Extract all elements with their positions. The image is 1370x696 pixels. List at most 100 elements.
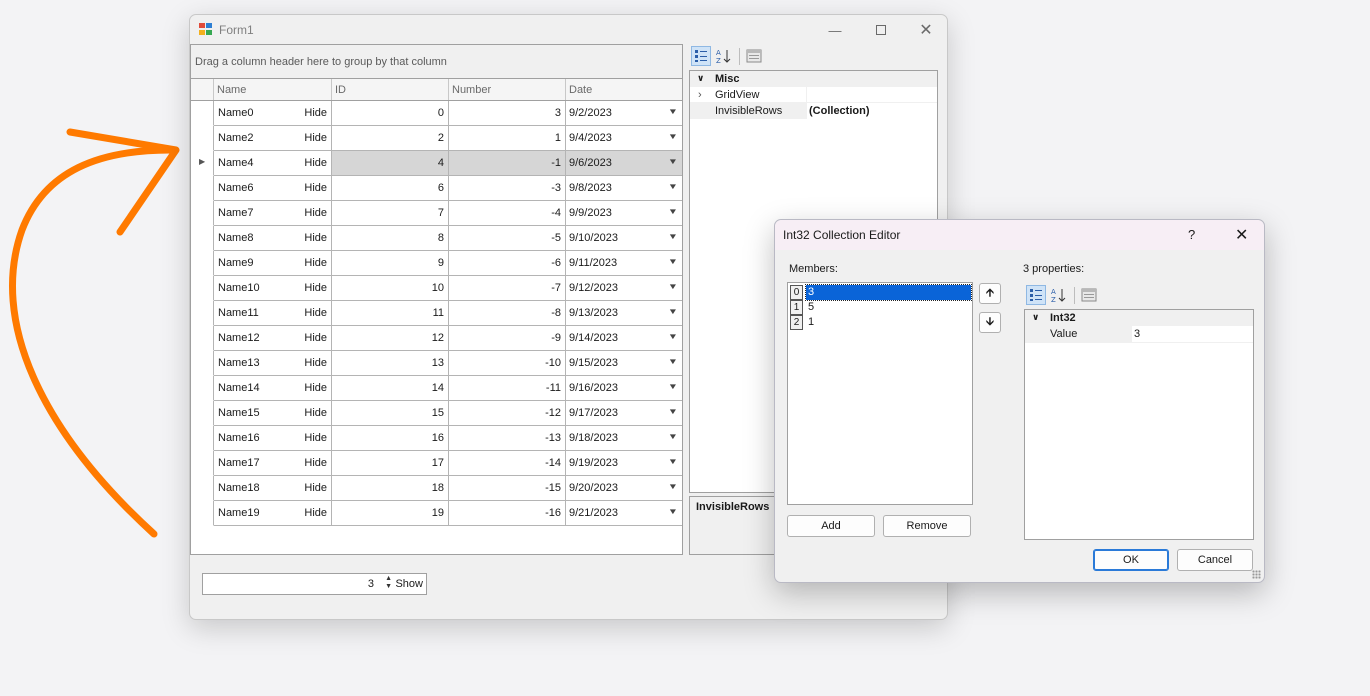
- number-cell[interactable]: 1: [449, 126, 566, 151]
- row-header[interactable]: [191, 251, 214, 276]
- row-header[interactable]: [191, 176, 214, 201]
- name-cell[interactable]: Name11 Hide: [214, 301, 332, 326]
- property-value[interactable]: (Collection): [807, 103, 937, 119]
- id-cell[interactable]: 6: [332, 176, 449, 201]
- table-row[interactable]: Name7 Hide 7 -4 9/9/2023 ▼: [191, 201, 682, 226]
- row-header[interactable]: [191, 476, 214, 501]
- date-cell[interactable]: 9/6/2023 ▼: [566, 151, 682, 176]
- number-cell[interactable]: -4: [449, 201, 566, 226]
- date-cell[interactable]: 9/8/2023 ▼: [566, 176, 682, 201]
- column-header-name[interactable]: Name: [214, 79, 332, 100]
- hide-button[interactable]: Hide: [304, 482, 327, 494]
- hide-button[interactable]: Hide: [304, 507, 327, 519]
- chevron-down-icon[interactable]: ∨: [1032, 312, 1039, 323]
- dropdown-arrow-icon[interactable]: ▼: [668, 507, 678, 516]
- hide-button[interactable]: Hide: [304, 407, 327, 419]
- property-row-gridview[interactable]: › GridView: [690, 87, 937, 103]
- categorized-view-icon[interactable]: [691, 46, 711, 66]
- table-row[interactable]: ▶ Name4 Hide 4 -1 9/6/2023 ▼: [191, 151, 682, 176]
- hide-button[interactable]: Hide: [304, 207, 327, 219]
- member-value[interactable]: 5: [806, 300, 971, 315]
- name-cell[interactable]: Name19 Hide: [214, 501, 332, 526]
- table-row[interactable]: Name14 Hide 14 -11 9/16/2023 ▼: [191, 376, 682, 401]
- property-pages-icon[interactable]: [1079, 285, 1099, 305]
- number-cell[interactable]: -13: [449, 426, 566, 451]
- group-panel[interactable]: Drag a column header here to group by th…: [191, 45, 682, 79]
- move-up-button[interactable]: 🡩: [979, 283, 1001, 304]
- move-down-button[interactable]: 🡫: [979, 312, 1001, 333]
- chevron-right-icon[interactable]: ›: [698, 89, 702, 101]
- member-value[interactable]: 1: [806, 315, 971, 330]
- name-cell[interactable]: Name2 Hide: [214, 126, 332, 151]
- id-cell[interactable]: 16: [332, 426, 449, 451]
- row-header[interactable]: [191, 376, 214, 401]
- number-cell[interactable]: -12: [449, 401, 566, 426]
- dropdown-arrow-icon[interactable]: ▼: [668, 182, 678, 191]
- data-grid[interactable]: Drag a column header here to group by th…: [190, 44, 683, 555]
- date-cell[interactable]: 9/9/2023 ▼: [566, 201, 682, 226]
- table-row[interactable]: Name15 Hide 15 -12 9/17/2023 ▼: [191, 401, 682, 426]
- hide-button[interactable]: Hide: [304, 157, 327, 169]
- table-row[interactable]: Name9 Hide 9 -6 9/11/2023 ▼: [191, 251, 682, 276]
- id-cell[interactable]: 14: [332, 376, 449, 401]
- dropdown-arrow-icon[interactable]: ▼: [668, 382, 678, 391]
- hide-button[interactable]: Hide: [304, 307, 327, 319]
- table-row[interactable]: Name11 Hide 11 -8 9/13/2023 ▼: [191, 301, 682, 326]
- maximize-button[interactable]: [858, 15, 904, 45]
- alphabetical-sort-icon[interactable]: AZ: [1049, 285, 1069, 305]
- name-cell[interactable]: Name13 Hide: [214, 351, 332, 376]
- hide-button[interactable]: Hide: [304, 357, 327, 369]
- row-header[interactable]: [191, 301, 214, 326]
- hide-button[interactable]: Hide: [304, 132, 327, 144]
- date-cell[interactable]: 9/11/2023 ▼: [566, 251, 682, 276]
- number-cell[interactable]: -6: [449, 251, 566, 276]
- dialog-property-grid[interactable]: ∨ Int32 Value 3: [1024, 309, 1254, 540]
- property-row-invisiblerows[interactable]: InvisibleRows (Collection): [690, 103, 937, 119]
- spin-arrows-icon[interactable]: ▲ ▼: [385, 575, 392, 591]
- list-item[interactable]: 15: [789, 300, 971, 315]
- date-cell[interactable]: 9/18/2023 ▼: [566, 426, 682, 451]
- hide-button[interactable]: Hide: [304, 257, 327, 269]
- id-cell[interactable]: 11: [332, 301, 449, 326]
- name-cell[interactable]: Name0 Hide: [214, 101, 332, 126]
- member-value[interactable]: 3: [805, 284, 972, 301]
- date-cell[interactable]: 9/15/2023 ▼: [566, 351, 682, 376]
- date-cell[interactable]: 9/12/2023 ▼: [566, 276, 682, 301]
- alphabetical-sort-icon[interactable]: AZ: [714, 46, 734, 66]
- name-cell[interactable]: Name8 Hide: [214, 226, 332, 251]
- property-category-int32[interactable]: ∨ Int32: [1025, 310, 1253, 326]
- numeric-value[interactable]: 3: [368, 578, 374, 590]
- numeric-updown[interactable]: 3 ▲ ▼ Show: [202, 573, 427, 595]
- row-header[interactable]: [191, 351, 214, 376]
- dropdown-arrow-icon[interactable]: ▼: [668, 107, 678, 116]
- id-cell[interactable]: 19: [332, 501, 449, 526]
- name-cell[interactable]: Name15 Hide: [214, 401, 332, 426]
- number-cell[interactable]: -1: [449, 151, 566, 176]
- id-cell[interactable]: 0: [332, 101, 449, 126]
- list-item[interactable]: 03: [789, 284, 972, 301]
- date-cell[interactable]: 9/17/2023 ▼: [566, 401, 682, 426]
- number-cell[interactable]: -14: [449, 451, 566, 476]
- date-cell[interactable]: 9/4/2023 ▼: [566, 126, 682, 151]
- date-cell[interactable]: 9/19/2023 ▼: [566, 451, 682, 476]
- table-row[interactable]: Name19 Hide 19 -16 9/21/2023 ▼: [191, 501, 682, 526]
- row-header[interactable]: [191, 326, 214, 351]
- name-cell[interactable]: Name9 Hide: [214, 251, 332, 276]
- table-row[interactable]: Name17 Hide 17 -14 9/19/2023 ▼: [191, 451, 682, 476]
- number-cell[interactable]: -7: [449, 276, 566, 301]
- column-header-id[interactable]: ID: [332, 79, 449, 100]
- dropdown-arrow-icon[interactable]: ▼: [668, 207, 678, 216]
- name-cell[interactable]: Name18 Hide: [214, 476, 332, 501]
- name-cell[interactable]: Name14 Hide: [214, 376, 332, 401]
- number-cell[interactable]: -8: [449, 301, 566, 326]
- dropdown-arrow-icon[interactable]: ▼: [668, 482, 678, 491]
- table-row[interactable]: Name16 Hide 16 -13 9/18/2023 ▼: [191, 426, 682, 451]
- table-row[interactable]: Name8 Hide 8 -5 9/10/2023 ▼: [191, 226, 682, 251]
- ok-button[interactable]: OK: [1093, 549, 1169, 571]
- number-cell[interactable]: -5: [449, 226, 566, 251]
- title-bar[interactable]: Form1 — ✕: [190, 15, 947, 45]
- members-list[interactable]: 031521: [787, 282, 973, 505]
- id-cell[interactable]: 12: [332, 326, 449, 351]
- dialog-title-bar[interactable]: Int32 Collection Editor ? ✕: [775, 220, 1264, 250]
- column-header-number[interactable]: Number: [449, 79, 566, 100]
